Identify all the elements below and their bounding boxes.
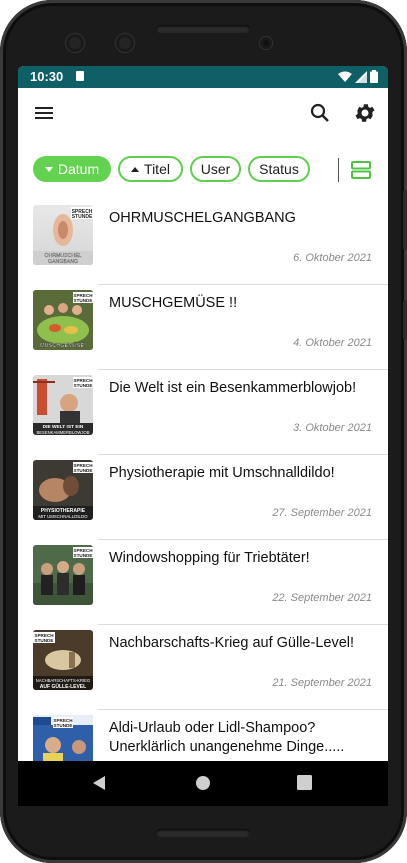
episode-title: Physiotherapie mit Umschnalldildo! — [109, 465, 335, 481]
recents-icon[interactable] — [297, 775, 312, 790]
battery-icon — [370, 70, 378, 83]
episode-date: 27. September 2021 — [272, 507, 372, 519]
svg-text:STUNDE: STUNDE — [35, 638, 54, 643]
sort-chip-datum[interactable]: Datum — [33, 156, 111, 182]
back-icon[interactable] — [92, 775, 106, 791]
svg-text:STUNDE: STUNDE — [74, 468, 93, 473]
episode-title: OHRMUSCHELGANGBANG — [109, 210, 296, 226]
system-nav-bar — [18, 761, 388, 806]
chip-divider — [338, 158, 339, 182]
list-item[interactable]: SPRECH STUNDE NACHBARSCHAFTS-KRIEG AUF G… — [18, 625, 388, 710]
episode-date: 21. September 2021 — [272, 677, 372, 689]
svg-text:GANGBANG: GANGBANG — [48, 259, 78, 265]
sim-card-icon — [76, 71, 84, 81]
sort-chip-status[interactable]: Status — [248, 156, 310, 182]
svg-text:AUF GÜLLE-LEVEL: AUF GÜLLE-LEVEL — [40, 683, 86, 690]
svg-text:MUSCHGEMÜSE!: MUSCHGEMÜSE! — [40, 342, 86, 349]
sort-chip-label: User — [200, 161, 231, 177]
bottom-speaker — [156, 829, 250, 837]
home-icon[interactable] — [195, 775, 211, 791]
status-time: 10:30 — [30, 69, 64, 84]
sort-chip-user[interactable]: User — [190, 156, 241, 182]
volume-button — [403, 190, 407, 250]
svg-text:STUNDE: STUNDE — [74, 553, 93, 558]
svg-text:STUNDE: STUNDE — [72, 214, 93, 220]
episode-title: Die Welt ist ein Besenkammerblowjob! — [109, 380, 357, 396]
episode-date: 3. Oktober 2021 — [293, 422, 372, 434]
app-bar — [18, 88, 388, 138]
sort-chip-label: Titel — [144, 161, 170, 177]
episode-date: 4. Oktober 2021 — [293, 337, 372, 349]
list-item[interactable]: SPRECH STUNDE DIE WELT IST EIN BESENKAMM… — [18, 370, 388, 455]
front-camera-icon — [66, 34, 84, 52]
episode-thumbnail: SPRECH STUNDE OHRMUSCHEL GANGBANG — [33, 205, 93, 265]
status-bar: 10:30 — [18, 66, 388, 88]
earpiece-speaker — [156, 25, 250, 33]
episode-thumbnail: SPRECH STUNDE MUSCHGEMÜSE! — [33, 290, 93, 350]
list-item[interactable]: SPRECH STUNDE Windowshopping für Triebtä… — [18, 540, 388, 625]
svg-text:MIT UMSCHNALLDILDO: MIT UMSCHNALLDILDO — [38, 514, 88, 519]
episode-thumbnail: SPRECH STUNDE DIE WELT IST EIN BESENKAMM… — [33, 375, 93, 435]
sort-desc-icon — [44, 166, 53, 172]
front-sensor-icon — [116, 34, 134, 52]
list-item[interactable]: SPRECH STUNDE PHYSIOTHERAPIE MIT UMSCHNA… — [18, 455, 388, 540]
sort-chip-titel[interactable]: Titel — [118, 156, 183, 182]
gear-icon[interactable] — [353, 101, 377, 125]
episode-date: 6. Oktober 2021 — [293, 252, 372, 264]
app-screen: 10:30 Datum Titel User Status SPRECH STU… — [18, 66, 388, 806]
list-view-icon[interactable] — [351, 160, 371, 180]
list-item[interactable]: SPRECH STUNDE OHRMUSCHEL GANGBANG OHRMUS… — [18, 200, 388, 285]
episode-thumbnail: SPRECH STUNDE NACHBARSCHAFTS-KRIEG AUF G… — [33, 630, 93, 690]
episode-thumbnail: SPRECH STUNDE PHYSIOTHERAPIE MIT UMSCHNA… — [33, 460, 93, 520]
search-icon[interactable] — [308, 101, 332, 125]
hamburger-menu-icon[interactable] — [32, 101, 56, 125]
svg-text:STUNDE: STUNDE — [74, 298, 93, 303]
list-item[interactable]: SPRECH STUNDE MUSCHGEMÜSE! MUSCHGEMÜSE !… — [18, 285, 388, 370]
svg-text:STUNDE: STUNDE — [74, 383, 93, 388]
sort-chip-label: Status — [259, 161, 299, 177]
episode-title: Nachbarschafts-Krieg auf Gülle-Level! — [109, 635, 355, 651]
sort-chips-bar: Datum Titel User Status — [18, 151, 388, 191]
signal-icon — [355, 70, 367, 83]
episode-thumbnail: SPRECH STUNDE — [33, 545, 93, 605]
proximity-sensor-icon — [260, 37, 272, 49]
sort-asc-icon — [131, 166, 140, 172]
episode-title: MUSCHGEMÜSE !! — [109, 295, 238, 311]
sort-chip-label: Datum — [57, 161, 100, 177]
wifi-icon — [338, 71, 352, 82]
svg-text:NACHBARSCHAFTS-KRIEG: NACHBARSCHAFTS-KRIEG — [36, 678, 90, 683]
power-button — [403, 300, 407, 340]
episode-title: Aldi-Urlaub oder Lidl-Shampoo? Unerklärl… — [109, 720, 345, 755]
svg-text:BESENKAMMERBLOWJOB: BESENKAMMERBLOWJOB — [36, 430, 89, 435]
episode-date: 22. September 2021 — [272, 592, 372, 604]
episode-title: Windowshopping für Triebtäter! — [109, 550, 310, 566]
status-icons — [338, 70, 378, 83]
svg-text:STUNDE: STUNDE — [54, 723, 73, 728]
